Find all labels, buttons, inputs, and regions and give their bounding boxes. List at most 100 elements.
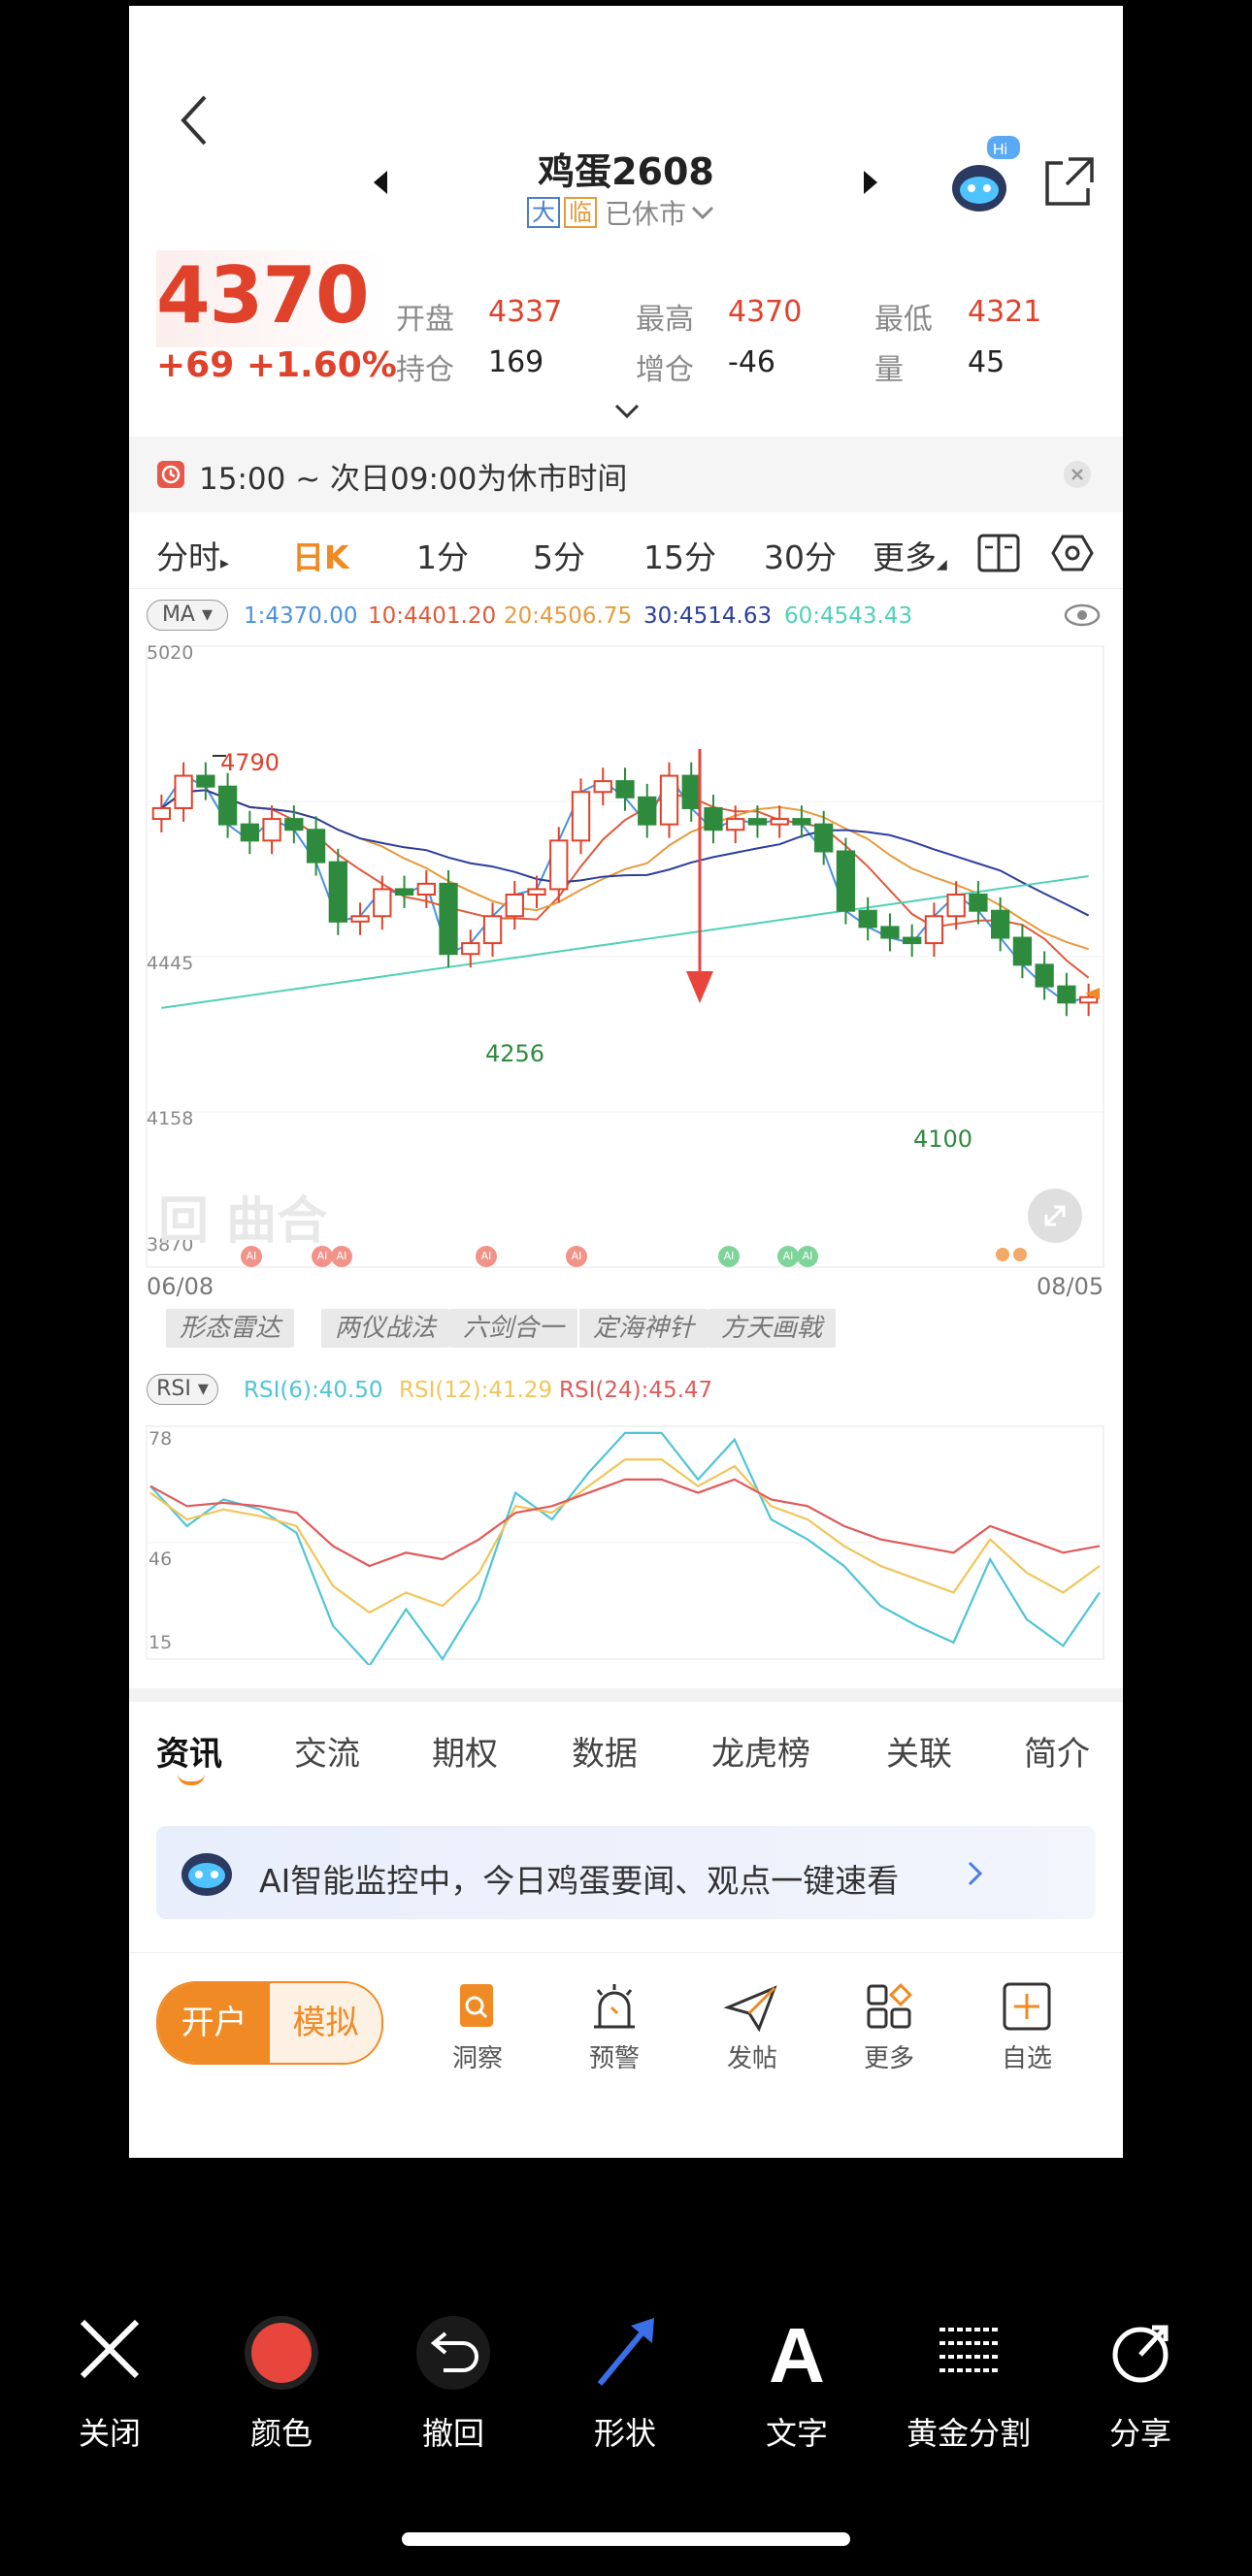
- event-dot[interactable]: [996, 1248, 1009, 1261]
- candle-body: [306, 829, 326, 864]
- more-button[interactable]: 更多: [845, 1980, 933, 2074]
- rsi24-value: RSI(24):45.47: [559, 1378, 713, 1403]
- watchlist-button[interactable]: 自选: [983, 1980, 1071, 2074]
- candle-body: [836, 850, 856, 912]
- alert-button[interactable]: 预警: [571, 1980, 658, 2074]
- strategy-tag[interactable]: 形态雷达: [166, 1309, 295, 1348]
- strategy-tag[interactable]: 两仪战法: [321, 1309, 450, 1348]
- ma10-value: 10:4401.20: [368, 603, 497, 629]
- candle-body: [527, 888, 546, 897]
- tab-more[interactable]: 更多◢: [873, 532, 947, 578]
- low-marker-2: 4100: [913, 1125, 973, 1153]
- candle-body: [196, 774, 215, 788]
- strategy-tag[interactable]: 六剑合一: [449, 1309, 578, 1348]
- tab-15min[interactable]: 15分: [643, 532, 716, 578]
- ai-event-marker[interactable]: AI: [566, 1246, 587, 1267]
- ai-robot-icon[interactable]: Hi: [944, 132, 1022, 219]
- oi-value: 169: [488, 345, 544, 379]
- editor-shape-button[interactable]: 形状: [557, 2314, 693, 2454]
- candle-body: [416, 882, 436, 897]
- rsi-y-46: 46: [148, 1549, 173, 1570]
- y-tick-5020: 5020: [147, 642, 194, 664]
- tab-discussion[interactable]: 交流: [294, 1727, 360, 1775]
- candle-body: [1057, 985, 1076, 1004]
- golden-ratio-icon: [939, 2328, 998, 2372]
- ai-event-marker[interactable]: AI: [312, 1246, 333, 1267]
- ai-event-marker[interactable]: AI: [797, 1246, 818, 1267]
- simulate-button[interactable]: 模拟: [270, 1983, 381, 2063]
- ai-event-marker[interactable]: AI: [241, 1246, 262, 1267]
- close-notice-icon[interactable]: [1063, 460, 1092, 489]
- tab-news[interactable]: 资讯: [156, 1727, 222, 1775]
- market-status[interactable]: 大 临 已休市: [527, 196, 715, 230]
- editor-color-button[interactable]: 颜色: [214, 2314, 349, 2454]
- text-icon: A: [769, 2312, 825, 2398]
- undo-icon: [416, 2316, 490, 2390]
- rsi-chart[interactable]: [129, 1422, 1123, 1665]
- insight-button[interactable]: 洞察: [434, 1980, 521, 2074]
- candle-body: [1012, 936, 1033, 966]
- editor-undo-button[interactable]: 撤回: [385, 2314, 521, 2454]
- ma-selector[interactable]: MA ▾: [147, 600, 228, 631]
- candle-body: [858, 909, 877, 929]
- ai-event-marker[interactable]: AI: [777, 1246, 799, 1267]
- account-buttons: 开户 模拟: [156, 1981, 383, 2065]
- status-text: 已休市: [605, 198, 687, 230]
- candle-body: [217, 785, 238, 826]
- candle-body: [946, 894, 966, 918]
- editor-text-button[interactable]: A 文字: [729, 2312, 865, 2454]
- candle-body: [505, 894, 524, 918]
- ma1-value: 1:4370.00: [244, 603, 358, 629]
- editor-share-button[interactable]: 分享: [1072, 2314, 1208, 2454]
- low-label: 最低: [874, 303, 933, 337]
- visibility-eye-icon[interactable]: [1063, 602, 1102, 629]
- grid-icon: [867, 1982, 913, 2029]
- ai-event-marker[interactable]: AI: [718, 1246, 740, 1267]
- back-icon[interactable]: [176, 91, 214, 149]
- candle-body: [394, 888, 414, 897]
- editor-golden-ratio-button[interactable]: 黄金分割: [901, 2314, 1037, 2454]
- tab-5min[interactable]: 5分: [533, 532, 585, 578]
- oi-change-label: 增仓: [636, 353, 694, 387]
- fullscreen-icon[interactable]: [1027, 1188, 1083, 1244]
- chevron-down-icon: [691, 206, 714, 220]
- tab-timeshare[interactable]: 分时▸: [156, 532, 229, 578]
- candle-body: [615, 780, 635, 799]
- strategy-tag[interactable]: 定海神针: [579, 1309, 708, 1348]
- tab-daily-k[interactable]: 日K: [292, 532, 349, 578]
- insight-icon: [460, 1984, 493, 2027]
- ma20-value: 20:4506.75: [504, 603, 633, 629]
- strategy-tag[interactable]: 方天画戟: [708, 1309, 837, 1348]
- editor-close-button[interactable]: 关闭: [42, 2314, 178, 2454]
- low-value: 4321: [968, 295, 1042, 329]
- candle-body: [792, 818, 811, 826]
- tab-dragon-tiger[interactable]: 龙虎榜: [711, 1727, 810, 1775]
- settings-hexagon-icon[interactable]: [1051, 534, 1094, 572]
- share-icon: [1112, 2325, 1169, 2383]
- post-button[interactable]: 发帖: [708, 1980, 796, 2074]
- candle-body: [726, 818, 745, 831]
- rsi-line: [149, 1478, 1101, 1568]
- tab-1min[interactable]: 1分: [416, 532, 469, 578]
- candle-body: [903, 936, 922, 945]
- candle-body: [924, 915, 944, 945]
- event-dot[interactable]: [1013, 1248, 1027, 1261]
- candle-body: [638, 796, 657, 826]
- tab-data[interactable]: 数据: [572, 1727, 638, 1775]
- share-icon[interactable]: [1041, 155, 1096, 210]
- tab-options[interactable]: 期权: [432, 1727, 498, 1775]
- tab-30min[interactable]: 30分: [764, 532, 837, 578]
- rsi-selector[interactable]: RSI ▾: [147, 1374, 218, 1405]
- candle-body: [240, 823, 259, 842]
- expand-stats-icon[interactable]: [612, 402, 642, 421]
- ma30-value: 30:4514.63: [643, 603, 773, 629]
- tab-intro[interactable]: 简介: [1024, 1727, 1090, 1775]
- next-contract-icon[interactable]: [860, 169, 879, 196]
- ai-event-marker[interactable]: AI: [331, 1246, 352, 1267]
- open-account-button[interactable]: 开户: [158, 1983, 270, 2063]
- candle-body: [969, 894, 988, 912]
- high-value: 4370: [728, 295, 803, 329]
- layout-toggle-icon[interactable]: [977, 534, 1020, 572]
- tab-related[interactable]: 关联: [886, 1727, 952, 1775]
- ai-event-marker[interactable]: AI: [476, 1246, 497, 1267]
